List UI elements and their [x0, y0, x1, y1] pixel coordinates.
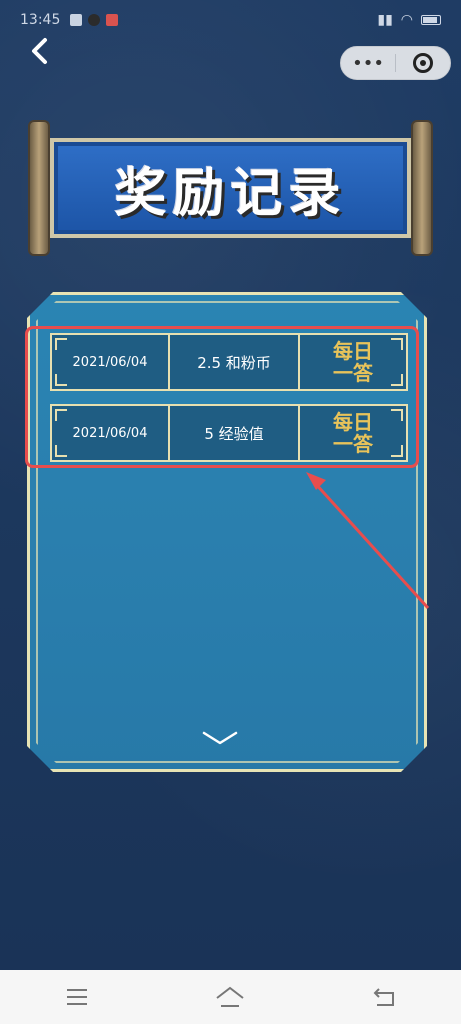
- wifi-icon: ◠: [400, 12, 413, 28]
- back-button[interactable]: [24, 36, 54, 66]
- chevron-down-icon: [202, 731, 238, 745]
- page-title: 奖励记录: [114, 162, 347, 224]
- target-icon: [413, 53, 433, 73]
- home-icon: [216, 986, 245, 1007]
- status-time: 13:45: [20, 12, 61, 28]
- back-nav-button[interactable]: [364, 977, 404, 1017]
- home-button[interactable]: [210, 977, 250, 1017]
- status-bar: 13:45 ▮▮ ◠: [0, 0, 461, 40]
- miniprogram-capsule: •••: [340, 46, 451, 80]
- menu-icon: [66, 989, 87, 1005]
- banner-body: 奖励记录: [50, 138, 411, 238]
- signal-icon: ▮▮: [377, 12, 393, 28]
- scroll-more-button[interactable]: [200, 726, 240, 750]
- battery-icon: [421, 15, 441, 25]
- system-nav-bar: [0, 970, 461, 1024]
- app-icon: [88, 14, 101, 26]
- title-scroll-banner: 奖励记录: [24, 120, 437, 256]
- scroll-roller-right: [411, 120, 433, 256]
- status-icons: [70, 14, 119, 26]
- return-icon: [373, 988, 395, 1006]
- annotation-highlight-box: [25, 326, 419, 468]
- notification-icon: [70, 14, 83, 26]
- chevron-left-icon: [32, 38, 47, 64]
- scroll-roller-left: [28, 120, 50, 256]
- menu-button[interactable]: [57, 977, 97, 1017]
- close-miniprogram-button[interactable]: [396, 53, 450, 73]
- app-badge-icon: [106, 14, 119, 26]
- status-right: ▮▮ ◠: [377, 12, 441, 28]
- more-button[interactable]: •••: [341, 53, 395, 74]
